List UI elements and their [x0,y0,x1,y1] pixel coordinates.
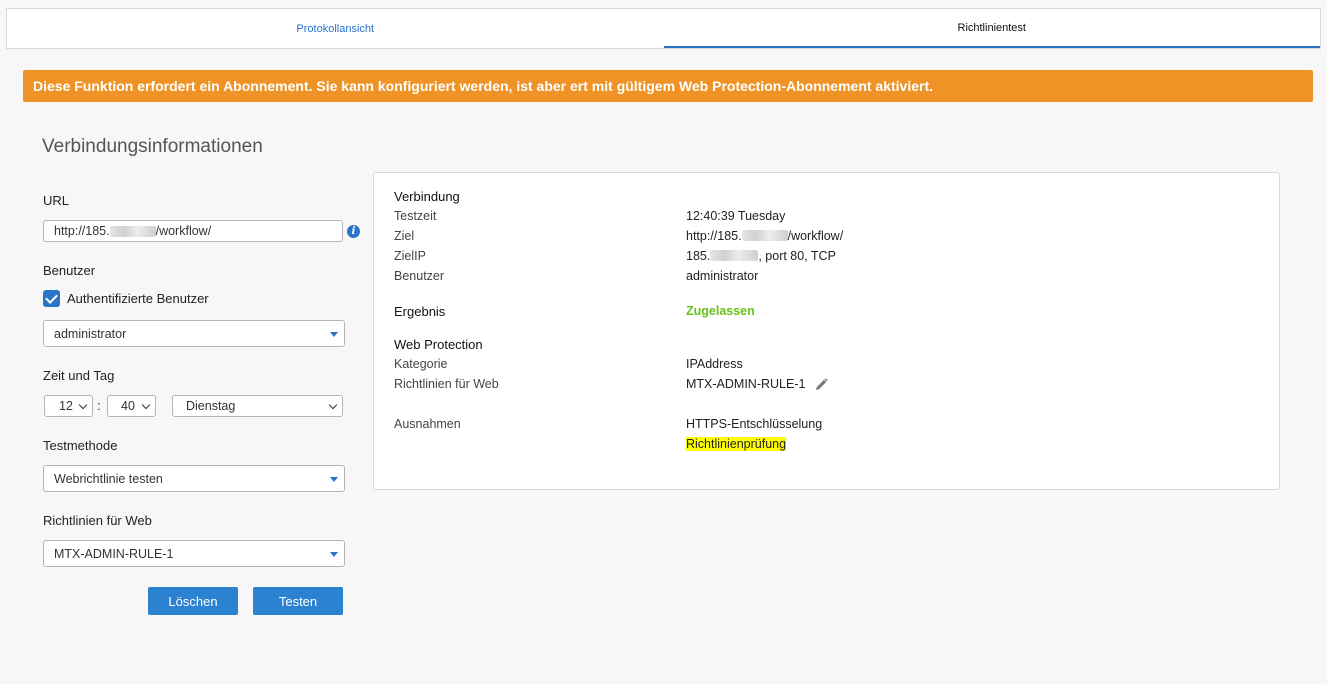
info-icon[interactable]: i [347,225,360,238]
tab-richtlinientest[interactable]: Richtlinientest [663,9,1320,48]
user-select-value: administrator [54,326,127,341]
tab-bar: Protokollansicht Richtlinientest [6,8,1321,49]
hour-value: 12 [59,399,73,413]
test-method-value: Webrichtlinie testen [54,471,163,486]
dropdown-arrow-icon [330,476,338,482]
target-ip-suffix: , port 80, TCP [758,249,836,263]
test-button[interactable]: Testen [253,587,343,615]
minute-value: 40 [121,399,135,413]
auth-users-checkbox[interactable] [43,290,60,307]
user-value: administrator [686,269,759,283]
web-policy-value: MTX-ADMIN-RULE-1 [54,546,174,561]
dropdown-arrow-icon [330,331,338,337]
test-time-key: Testzeit [394,209,437,223]
web-policy-select[interactable]: MTX-ADMIN-RULE-1 [43,540,345,567]
redacted-mask [741,230,788,241]
url-input[interactable]: http://185. /workflow/ [43,220,343,242]
dropdown-arrow-icon [330,551,338,557]
section-title: Verbindungsinformationen [42,136,263,157]
exception-https: HTTPS-Entschlüsselung [686,417,823,431]
banner-text: Diese Funktion erfordert ein Abonnement.… [33,78,934,94]
test-time-value: 12:40:39 Tuesday [686,209,786,223]
time-day-label: Zeit und Tag [43,368,115,383]
user-key: Benutzer [394,269,445,283]
target-value: http://185. /workflow/ [686,229,843,243]
exception-policy-check: Richtlinienprüfung [686,437,787,451]
target-key: Ziel [394,229,415,243]
web-policy-result-value: MTX-ADMIN-RULE-1 [686,377,806,391]
hour-select[interactable]: 12 [44,395,93,417]
test-method-label: Testmethode [43,438,118,453]
url-suffix: /workflow/ [155,224,212,238]
test-method-select[interactable]: Webrichtlinie testen [43,465,345,492]
exceptions-key: Ausnahmen [394,417,461,431]
url-prefix: http://185. [54,224,110,238]
target-suffix: /workflow/ [787,229,844,243]
chevron-down-icon [328,400,338,410]
user-select[interactable]: administrator [43,320,345,347]
target-ip-value: 185. , port 80, TCP [686,249,836,263]
user-label: Benutzer [43,263,96,278]
result-value: Zugelassen [686,304,755,318]
redacted-mask [710,250,759,261]
chevron-down-icon [141,400,151,410]
subscription-warning-banner: Diese Funktion erfordert ein Abonnement.… [23,70,1313,102]
result-panel [373,172,1280,490]
url-label: URL [43,193,70,208]
connection-heading: Verbindung [394,189,460,204]
web-protection-heading: Web Protection [394,337,483,352]
web-policy-key: Richtlinien für Web [394,377,499,391]
web-policy-label: Richtlinien für Web [43,513,152,528]
chevron-down-icon [78,400,88,410]
minute-select[interactable]: 40 [107,395,156,417]
category-value: IPAddress [686,357,743,371]
auth-users-label: Authentifizierte Benutzer [67,291,209,306]
time-separator: : [97,398,101,413]
edit-pencil-icon[interactable] [813,377,829,393]
target-ip-key: ZielIP [394,249,426,263]
target-ip-prefix: 185. [686,249,711,263]
day-select[interactable]: Dienstag [172,395,343,417]
redacted-mask [109,225,156,237]
tab-protokollansicht[interactable]: Protokollansicht [7,9,664,48]
category-key: Kategorie [394,357,448,371]
target-prefix: http://185. [686,229,742,243]
clear-button[interactable]: Löschen [148,587,238,615]
day-value: Dienstag [186,399,236,413]
result-key: Ergebnis [394,304,446,319]
